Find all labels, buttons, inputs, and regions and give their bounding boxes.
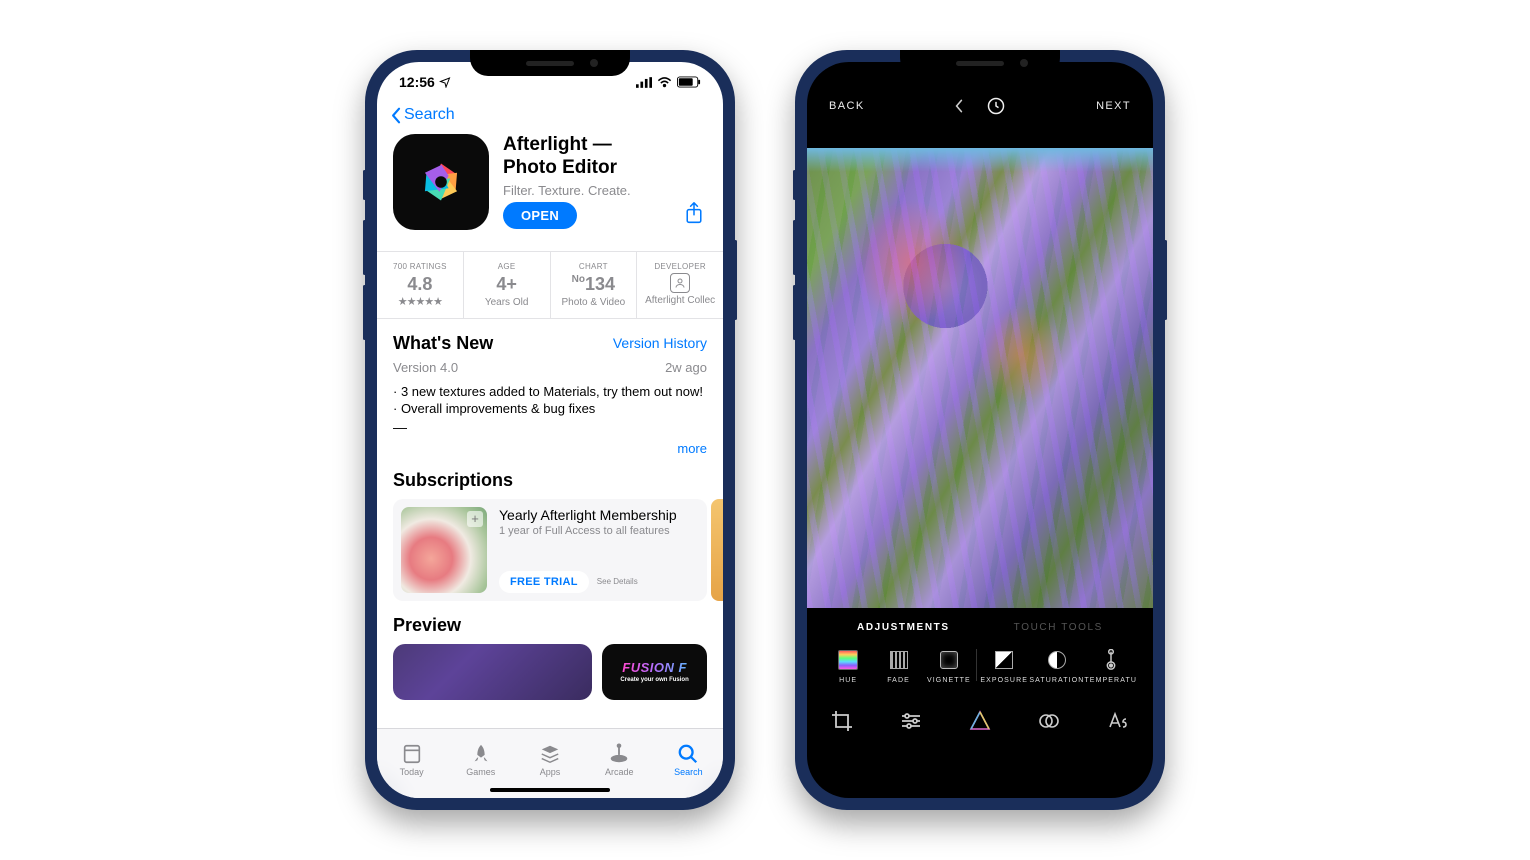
photo-canvas[interactable] <box>807 148 1153 608</box>
nav-back-label: Search <box>404 106 455 124</box>
tool-fade[interactable]: FADE <box>873 649 923 684</box>
open-button[interactable]: OPEN <box>503 202 577 229</box>
apps-icon <box>539 743 561 765</box>
tab-today[interactable]: Today <box>377 729 446 790</box>
nav-back[interactable]: Search <box>377 102 723 130</box>
search-icon <box>677 743 699 765</box>
vignette-icon <box>940 651 958 669</box>
release-age: 2w ago <box>665 360 707 375</box>
exposure-icon <box>995 651 1013 669</box>
preview-card-2[interactable]: FUSION F Create your own Fusion <box>602 644 707 700</box>
stats-row[interactable]: 700 RATINGS 4.8 ★★★★★ AGE 4+ Years Old C… <box>377 251 723 319</box>
battery-icon <box>677 76 701 88</box>
back-button[interactable]: BACK <box>829 100 865 112</box>
subscription-desc: 1 year of Full Access to all features <box>499 525 699 537</box>
preview-section: Preview <box>377 601 723 636</box>
stat-age: AGE 4+ Years Old <box>464 252 551 318</box>
star-icon: ★★★★★ <box>379 295 461 308</box>
today-icon <box>401 743 423 765</box>
free-trial-button[interactable]: FREE TRIAL <box>499 571 589 593</box>
see-details-link[interactable]: See Details <box>597 577 638 586</box>
arcade-icon <box>608 743 630 765</box>
overlays-button[interactable] <box>1037 709 1061 733</box>
location-icon <box>439 76 451 88</box>
preview-row[interactable]: FUSION F Create your own Fusion <box>377 636 723 700</box>
app-icon <box>393 134 489 230</box>
stat-chart: CHART No134 Photo & Video <box>551 252 638 318</box>
prism-icon <box>968 709 992 733</box>
tab-search[interactable]: Search <box>654 729 723 790</box>
tool-saturation[interactable]: SATURATION <box>1029 649 1084 684</box>
separator <box>976 649 977 681</box>
text-icon <box>1106 709 1130 733</box>
aperture-icon <box>412 153 470 211</box>
preview-card-1[interactable] <box>393 644 592 700</box>
chevron-left-icon[interactable] <box>954 98 964 114</box>
subscriptions-title: Subscriptions <box>393 470 707 491</box>
status-time: 12:56 <box>399 74 435 90</box>
plus-icon: + <box>467 511 483 527</box>
fade-icon <box>890 651 908 669</box>
tool-tabs: ADJUSTMENTS TOUCH TOOLS <box>807 608 1153 641</box>
tab-apps[interactable]: Apps <box>515 729 584 790</box>
rocket-icon <box>470 743 492 765</box>
sliders-icon <box>899 709 923 733</box>
whats-new-title: What's New <box>393 333 493 354</box>
bottom-toolbar <box>807 694 1153 748</box>
overlap-icon <box>1037 709 1061 733</box>
tab-touch-tools[interactable]: TOUCH TOOLS <box>1014 622 1103 633</box>
version-history-link[interactable]: Version History <box>613 335 707 351</box>
tab-games[interactable]: Games <box>446 729 515 790</box>
tool-hue[interactable]: HUE <box>823 649 873 684</box>
text-button[interactable] <box>1106 709 1130 733</box>
tool-vignette[interactable]: VIGNETTE <box>924 649 974 684</box>
phone-appstore: 12:56 Search <box>365 50 735 810</box>
history-button[interactable] <box>986 96 1006 116</box>
crop-button[interactable] <box>830 709 854 733</box>
more-link[interactable]: more <box>393 441 707 456</box>
subscriptions-section: Subscriptions + Yearly Afterlight Member… <box>377 456 723 601</box>
preview-title: Preview <box>393 615 707 636</box>
subscription-name: Yearly Afterlight Membership <box>499 507 699 523</box>
version-label: Version 4.0 <box>393 360 458 375</box>
tab-adjustments[interactable]: ADJUSTMENTS <box>857 622 950 633</box>
sliders-button[interactable] <box>899 709 923 733</box>
release-notes: · 3 new textures added to Materials, try… <box>393 383 707 437</box>
tool-exposure[interactable]: EXPOSURE <box>979 649 1029 684</box>
signal-icon <box>636 77 652 88</box>
next-button[interactable]: NEXT <box>1096 100 1131 112</box>
tab-arcade[interactable]: Arcade <box>585 729 654 790</box>
share-icon <box>685 202 703 224</box>
stat-developer: DEVELOPER Afterlight Collec <box>637 252 723 318</box>
whats-new-section: What's New Version History Version 4.0 2… <box>377 319 723 456</box>
subscription-card[interactable]: + Yearly Afterlight Membership 1 year of… <box>393 499 707 601</box>
tool-temperature[interactable]: TEMPERATU <box>1084 649 1137 684</box>
share-button[interactable] <box>681 198 707 233</box>
app-tagline: Filter. Texture. Create. <box>503 183 707 198</box>
person-icon <box>670 273 690 293</box>
temperature-icon <box>1100 649 1122 671</box>
wifi-icon <box>657 77 672 88</box>
home-indicator[interactable] <box>490 788 610 792</box>
tools-row[interactable]: HUE FADE VIGNETTE EXPOSURE SATURATION <box>807 641 1153 684</box>
subscription-image: + <box>401 507 487 593</box>
stat-ratings: 700 RATINGS 4.8 ★★★★★ <box>377 252 464 318</box>
filters-button[interactable] <box>968 709 992 733</box>
editor-top-bar: BACK NEXT <box>807 78 1153 134</box>
hue-icon <box>838 650 858 670</box>
app-title: Afterlight — Photo Editor <box>503 134 707 180</box>
history-icon <box>986 96 1006 116</box>
app-header: Afterlight — Photo Editor Filter. Textur… <box>377 130 723 245</box>
subscription-next[interactable] <box>711 499 723 601</box>
crop-icon <box>830 709 854 733</box>
phone-afterlight: BACK NEXT ADJUSTMENTS TOUCH TOOLS HUE <box>795 50 1165 810</box>
saturation-icon <box>1048 651 1066 669</box>
